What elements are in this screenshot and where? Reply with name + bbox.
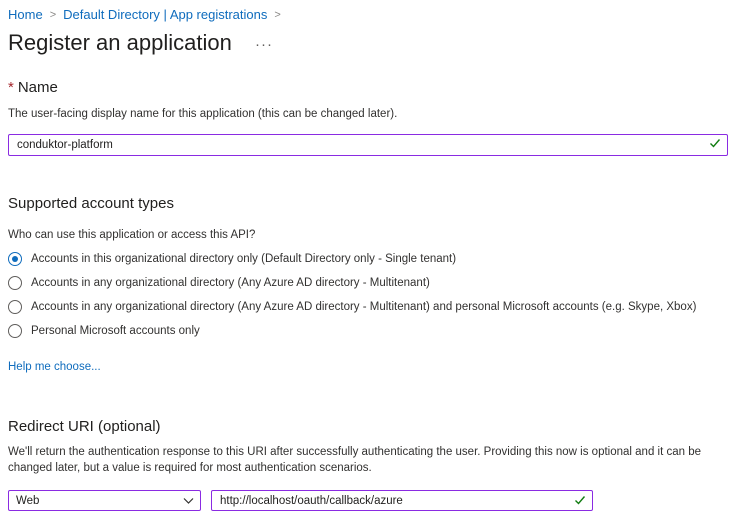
redirect-uri-heading: Redirect URI (optional)	[8, 418, 161, 435]
name-input[interactable]: conduktor-platform	[8, 134, 728, 156]
redirect-uri-input[interactable]: http://localhost/oauth/callback/azure	[211, 490, 593, 511]
help-me-choose-link[interactable]: Help me choose...	[8, 361, 101, 373]
redirect-uri-description-line2: changed later, but a value is required f…	[8, 462, 372, 474]
chevron-down-icon	[183, 498, 194, 504]
account-type-option-label: Accounts in any organizational directory…	[31, 277, 430, 289]
chevron-right-icon: >	[49, 8, 57, 21]
redirect-uri-input-value: http://localhost/oauth/callback/azure	[220, 494, 403, 507]
more-options-icon[interactable]: ···	[255, 36, 273, 53]
valid-check-icon	[710, 139, 721, 148]
account-type-option-single-tenant[interactable]: Accounts in this organizational director…	[8, 252, 456, 266]
account-type-option-label: Accounts in this organizational director…	[31, 253, 457, 265]
platform-select[interactable]: Web	[8, 490, 201, 511]
platform-select-value: Web	[16, 494, 40, 507]
radio-button[interactable]	[8, 276, 22, 290]
valid-check-icon	[575, 496, 586, 505]
radio-button[interactable]	[8, 324, 22, 338]
name-heading-label: Name	[17, 79, 58, 96]
redirect-uri-description-line1: We'll return the authentication response…	[8, 446, 702, 458]
account-type-option-label: Accounts in any organizational directory…	[31, 301, 697, 313]
account-type-option-multitenant[interactable]: Accounts in any organizational directory…	[8, 276, 430, 290]
radio-button-selected[interactable]	[8, 252, 22, 266]
breadcrumb-app-registrations-link[interactable]: Default Directory | App registrations	[63, 7, 267, 22]
name-input-value: conduktor-platform	[17, 139, 113, 151]
name-heading: * Name	[8, 79, 58, 96]
account-types-heading: Supported account types	[8, 195, 174, 212]
radio-button[interactable]	[8, 300, 22, 314]
page-title: Register an application	[8, 30, 232, 55]
account-type-option-label: Personal Microsoft accounts only	[31, 325, 200, 337]
account-type-option-personal[interactable]: Personal Microsoft accounts only	[8, 324, 200, 338]
breadcrumb: Home > Default Directory | App registrat…	[8, 7, 288, 22]
chevron-right-icon: >	[274, 8, 281, 21]
account-types-question: Who can use this application or access t…	[8, 229, 256, 241]
account-type-option-multitenant-personal[interactable]: Accounts in any organizational directory…	[8, 300, 696, 314]
breadcrumb-home-link[interactable]: Home	[8, 7, 43, 22]
name-description: The user-facing display name for this ap…	[8, 108, 398, 120]
required-marker: *	[8, 79, 14, 96]
